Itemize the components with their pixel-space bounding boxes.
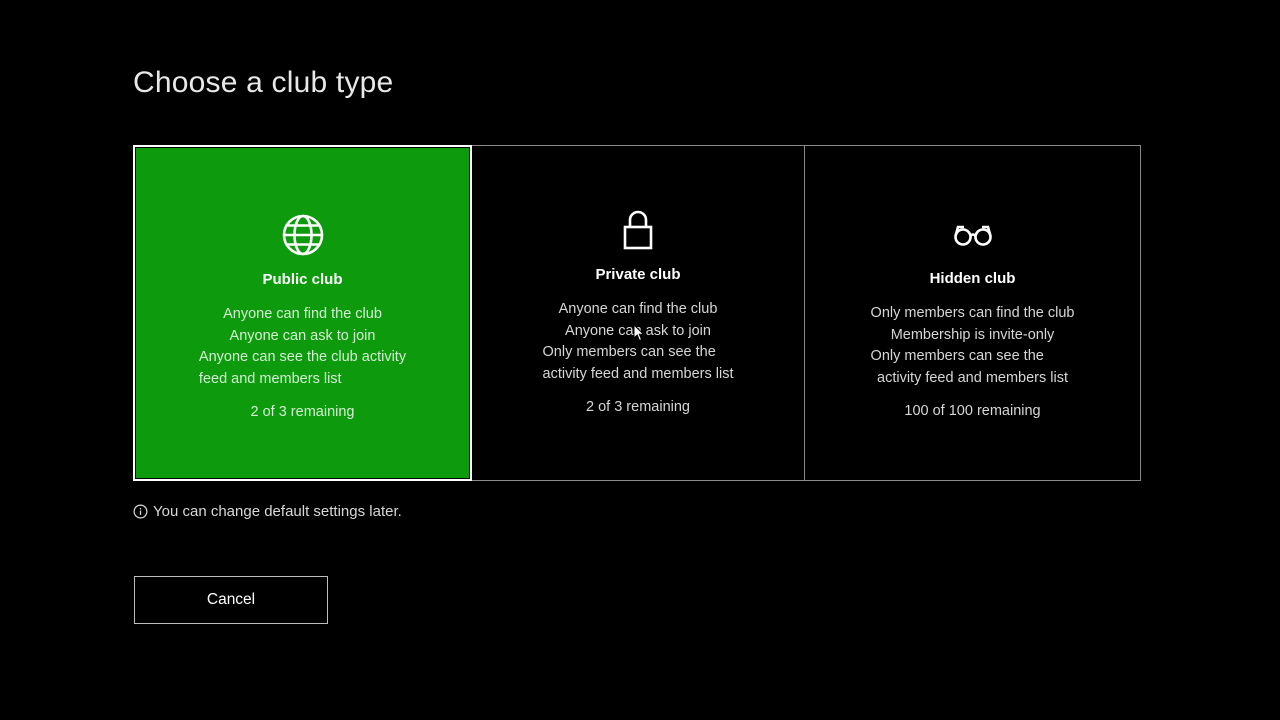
info-message: You can change default settings later. xyxy=(133,503,402,520)
info-icon xyxy=(133,504,148,519)
description-line: Membership is invite-only xyxy=(890,326,1055,343)
card-title: Private club xyxy=(595,266,681,283)
description-line: Only members can find the club xyxy=(870,305,1075,321)
globe-icon xyxy=(282,214,323,256)
description-line: Only members can see the xyxy=(870,348,1044,364)
club-type-page: Choose a club type Public club Anyone ca… xyxy=(0,0,1280,720)
description-line: Only members can see the xyxy=(542,344,716,360)
card-description: Anyone can find the club Anyone can ask … xyxy=(199,304,406,390)
mouse-cursor-icon xyxy=(633,324,645,342)
description-line: feed and members list xyxy=(198,370,342,387)
description-line: Anyone can ask to join xyxy=(229,327,376,344)
description-line: Anyone can find the club xyxy=(223,306,382,322)
hidden-club-card[interactable]: Hidden club Only members can find the cl… xyxy=(805,145,1141,481)
private-club-card[interactable]: Private club Anyone can find the club An… xyxy=(472,145,805,481)
description-line: activity feed and members list xyxy=(877,369,1068,386)
card-description: Only members can find the club Membershi… xyxy=(871,303,1075,389)
card-title: Public club xyxy=(262,271,343,288)
description-line: Anyone can see the club activity xyxy=(198,349,407,365)
card-title: Hidden club xyxy=(929,270,1016,287)
page-title: Choose a club type xyxy=(133,66,394,99)
lock-icon xyxy=(623,210,653,250)
card-description: Anyone can find the club Anyone can ask … xyxy=(543,299,734,385)
description-line: Anyone can find the club xyxy=(558,301,718,317)
remaining-count: 100 of 100 remaining xyxy=(904,403,1041,419)
remaining-count: 2 of 3 remaining xyxy=(586,399,690,415)
public-club-card[interactable]: Public club Anyone can find the club Any… xyxy=(133,145,472,481)
club-type-options: Public club Anyone can find the club Any… xyxy=(133,145,1141,481)
cancel-button[interactable]: Cancel xyxy=(134,576,328,624)
glasses-icon xyxy=(953,225,992,246)
info-text: You can change default settings later. xyxy=(153,503,402,520)
remaining-count: 2 of 3 remaining xyxy=(250,404,355,420)
description-line: activity feed and members list xyxy=(542,365,734,382)
